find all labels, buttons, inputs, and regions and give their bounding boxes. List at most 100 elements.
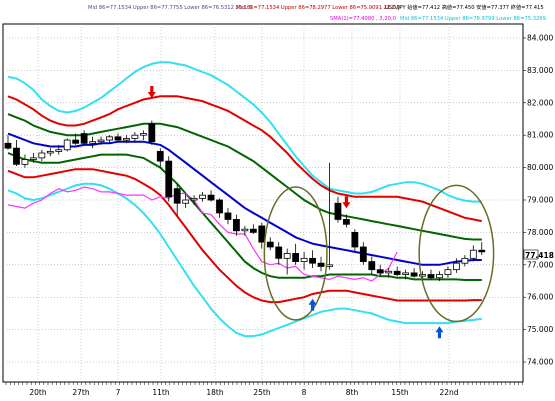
candle-body — [461, 257, 469, 264]
y-axis: 84.000 83.000 82.000 81.000 80.000 79.000 78.0… — [523, 33, 553, 367]
x-tick-label: 25th — [253, 388, 270, 397]
x-tick-label: 18th — [206, 388, 223, 397]
x-axis: 20th 27th 7 11th 18th 25th 8 8th 15th 22nd — [5, 382, 523, 397]
sell-arrow-icon — [147, 86, 156, 99]
candle-body — [89, 141, 96, 144]
candle-body — [148, 123, 156, 143]
x-tick-label: 20th — [29, 388, 46, 397]
last-price-marker: 77.418 — [523, 249, 554, 260]
candle-body — [97, 139, 105, 143]
candle-body — [13, 147, 20, 165]
candle-body — [452, 262, 460, 271]
candle-body — [72, 139, 80, 144]
candle-body — [55, 149, 63, 152]
candlesticks — [4, 120, 486, 282]
band-upper-1sigma — [7, 113, 482, 241]
candle-body — [46, 150, 54, 154]
candle-body — [342, 219, 350, 225]
candle-body — [216, 199, 223, 214]
candle-body — [29, 157, 37, 160]
candle-body — [427, 274, 435, 279]
y-tick-label: 82.000 — [527, 98, 553, 107]
candle-body — [199, 194, 206, 199]
bollinger-bands — [7, 61, 482, 338]
legend-row1-item: USD/JPY 始値=77.412 高値=77.450 安値=77.377 終値… — [385, 3, 544, 11]
candle-body — [326, 264, 333, 267]
candle-body — [21, 159, 29, 165]
x-tick-label: 11th — [152, 388, 169, 397]
candle-body — [478, 249, 486, 253]
candle-body — [266, 241, 274, 248]
candle-body — [182, 199, 190, 204]
candle-body — [207, 194, 215, 201]
x-tick-label: 8 — [302, 388, 307, 397]
candle-body — [410, 272, 418, 277]
candle-body — [385, 270, 393, 274]
legend: Mid 86=77.1534 Upper 86=77.7755 Lower 86… — [88, 3, 546, 22]
candle-body — [258, 225, 266, 243]
last-price-label: 77.418 — [525, 251, 554, 260]
candle-body — [165, 160, 173, 198]
candle-body — [249, 228, 257, 233]
candle-body — [123, 138, 130, 141]
candle-body — [317, 262, 325, 267]
candle-body — [469, 249, 477, 259]
candle-body — [444, 269, 452, 275]
x-tick-label: 15th — [391, 388, 408, 397]
candle-body — [334, 202, 342, 220]
candle-body — [114, 136, 122, 141]
candle-body — [376, 269, 384, 274]
y-tick-label: 75.000 — [527, 325, 553, 334]
candle-body — [173, 188, 181, 204]
chart-window: Mid 86=77.1534 Upper 86=77.7755 Lower 86… — [0, 0, 555, 401]
plot-border — [2, 23, 524, 383]
legend-row1-item: Mid 86=77.1534 Upper 86=77.7755 Lower 86… — [88, 5, 252, 11]
x-tick-label: 27th — [72, 388, 89, 397]
candle-body — [393, 270, 401, 275]
candle-body — [368, 261, 376, 271]
band-upper-3sigma — [7, 61, 482, 203]
candle-body — [38, 152, 46, 159]
candle-body — [241, 228, 249, 232]
candle-body — [292, 253, 300, 262]
candle-body — [139, 133, 147, 136]
candle-body — [131, 134, 139, 139]
candle-body — [190, 197, 198, 201]
y-tick-label: 78.000 — [527, 228, 553, 237]
candle-body — [359, 246, 367, 262]
candle-body — [300, 257, 308, 262]
y-tick-label: 76.000 — [527, 293, 553, 302]
band-lower-3sigma — [7, 182, 482, 338]
legend-row2-item: SMA(1)=77.4080 , 3,20,0 — [330, 16, 396, 22]
y-tick-label: 81.000 — [527, 131, 553, 140]
chart-canvas: Mid 86=77.1534 Upper 86=77.7755 Lower 86… — [2, 3, 554, 397]
y-tick-label: 83.000 — [527, 66, 553, 75]
gridlines — [3, 24, 523, 382]
y-tick-label: 74.000 — [527, 358, 553, 367]
y-tick-label: 77.000 — [527, 260, 553, 269]
candle-body — [275, 246, 283, 259]
candle-body — [436, 274, 443, 279]
x-tick-label: 7 — [116, 388, 121, 397]
legend-row2-item: Mid 86=77.1534 Upper 86=78.9799 Lower 86… — [400, 16, 546, 22]
y-tick-label: 84.000 — [527, 33, 553, 42]
candle-body — [309, 257, 316, 264]
candle-body — [156, 150, 164, 162]
candle-body — [80, 133, 88, 144]
buy-arrow-icon — [308, 298, 317, 311]
candle-body — [4, 142, 12, 149]
candle-body — [224, 212, 232, 220]
sell-arrow-icon — [342, 196, 351, 209]
candle-body — [233, 219, 240, 232]
legend-row1-item: Mid 86=77.1534 Upper 86=78.2977 Lower 86… — [236, 5, 400, 11]
candle-body — [402, 272, 410, 275]
x-tick-label: 8th — [346, 388, 359, 397]
candle-body — [351, 232, 359, 248]
buy-arrow-icon — [435, 326, 444, 339]
y-tick-label: 80.000 — [527, 163, 553, 172]
band-lower-1sigma — [7, 152, 482, 281]
x-tick-label: 22nd — [439, 388, 458, 397]
candle-body — [283, 253, 291, 259]
candle-body — [106, 136, 113, 141]
candle-body — [63, 139, 71, 151]
